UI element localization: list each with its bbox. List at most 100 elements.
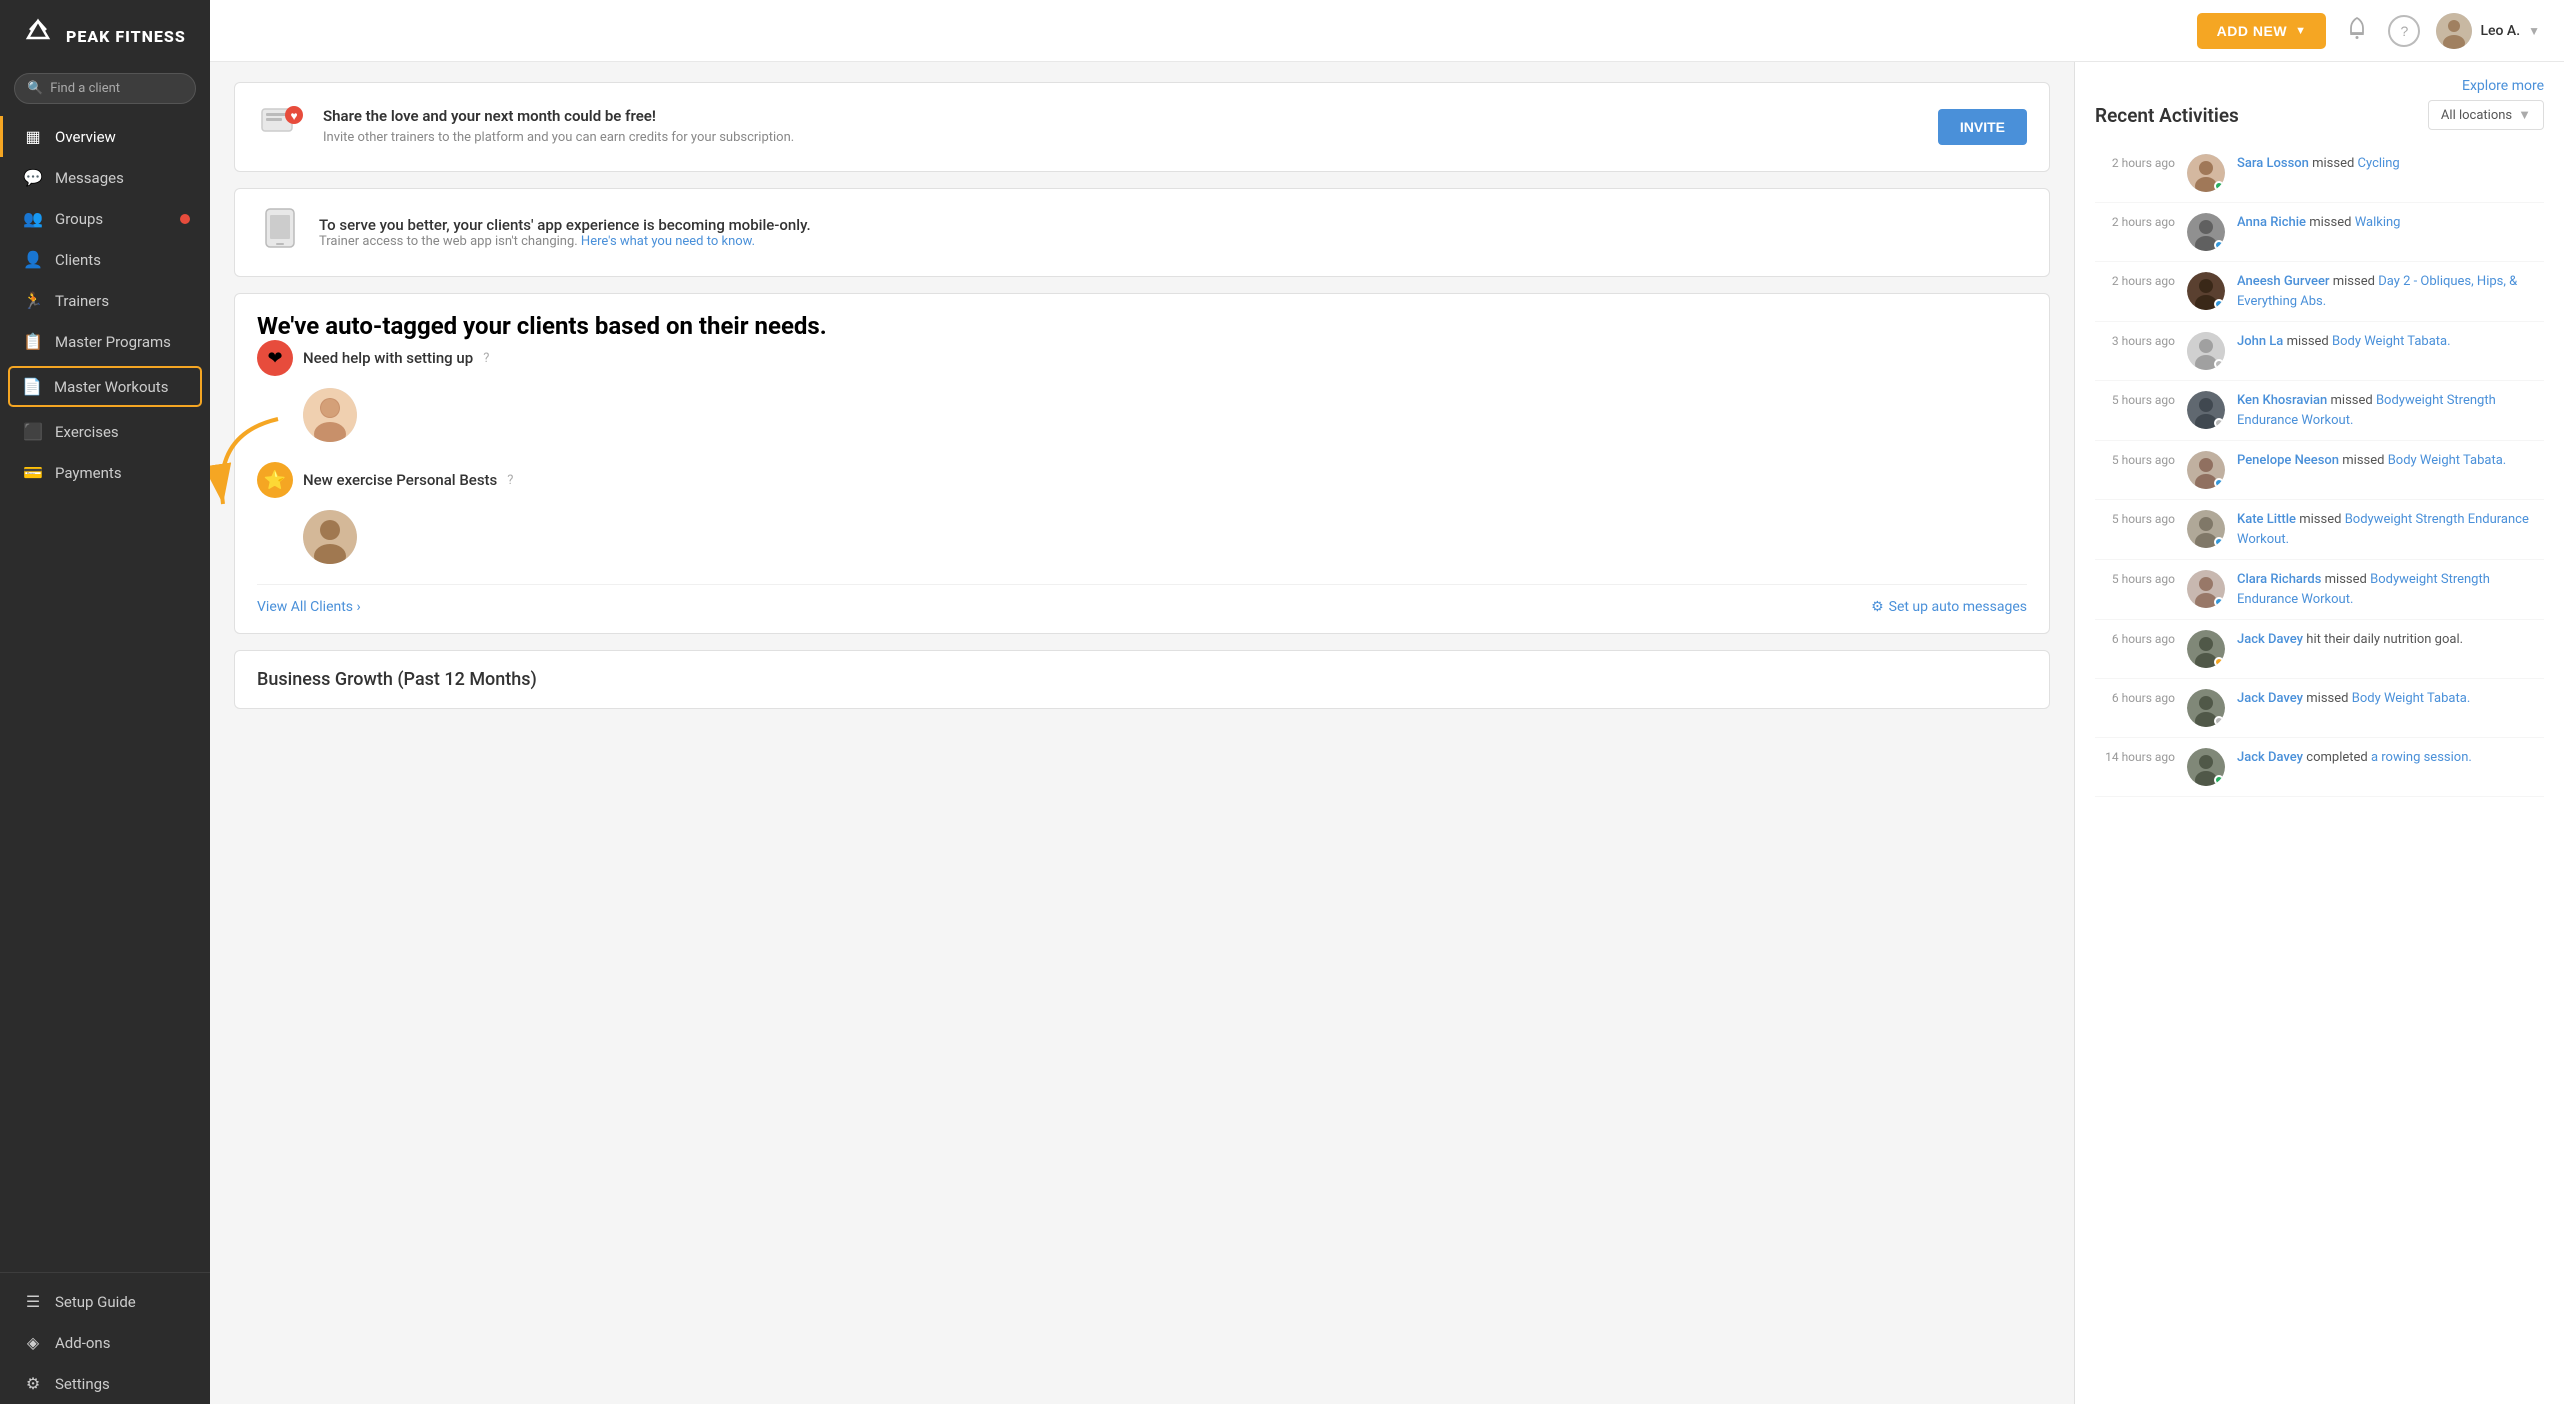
setup-guide-icon: ☰ — [23, 1292, 43, 1311]
right-panel: Explore more Recent Activities All locat… — [2074, 62, 2564, 1404]
search-bar[interactable]: 🔍 Find a client — [14, 73, 196, 104]
activity-name[interactable]: Jack Davey — [2237, 632, 2303, 647]
user-menu-arrow-icon: ▼ — [2528, 24, 2540, 38]
activity-avatar-6 — [2187, 451, 2225, 489]
dropdown-arrow-icon: ▼ — [2295, 25, 2306, 37]
groups-icon: 👥 — [23, 209, 43, 228]
status-dot — [2214, 775, 2224, 785]
exercises-icon: ⬛ — [23, 422, 43, 441]
activity-name[interactable]: Ken Khosravian — [2237, 393, 2327, 408]
sidebar: PEAK FITNESS 🔍 Find a client ▦ Overview … — [0, 0, 210, 1404]
status-dot — [2214, 240, 2224, 250]
user-name: Leo A. — [2480, 23, 2520, 39]
activity-link[interactable]: Body Weight Tabata. — [2388, 453, 2507, 468]
activity-name[interactable]: Clara Richards — [2237, 572, 2321, 587]
mobile-learn-more-link[interactable]: Here's what you need to know. — [581, 234, 755, 249]
client-avatar-1[interactable] — [303, 388, 357, 442]
content-area: ♥ Share the love and your next month cou… — [210, 62, 2564, 1404]
activity-avatar-9 — [2187, 630, 2225, 668]
main-panel: ♥ Share the love and your next month cou… — [210, 62, 2074, 1404]
add-new-button[interactable]: ADD NEW ▼ — [2197, 13, 2327, 49]
notifications-button[interactable] — [2342, 12, 2372, 50]
nav-label: Setup Guide — [55, 1293, 136, 1311]
activity-link[interactable]: a rowing session. — [2371, 750, 2472, 765]
activity-link[interactable]: Body Weight Tabata. — [2352, 691, 2471, 706]
activity-name[interactable]: Penelope Neeson — [2237, 453, 2339, 468]
activity-item-7: 5 hours ago Kate Little missed Bodyweigh… — [2095, 500, 2544, 560]
sidebar-item-exercises[interactable]: ⬛ Exercises — [0, 411, 210, 452]
help-icon-bests[interactable]: ? — [507, 473, 513, 488]
nav-label: Master Workouts — [54, 378, 168, 396]
user-menu[interactable]: Leo A. ▼ — [2436, 13, 2540, 49]
tag-header-setup: ❤ Need help with setting up ? — [257, 340, 2027, 376]
sidebar-item-master-workouts[interactable]: 📄 Master Workouts — [8, 366, 202, 407]
logo-icon — [20, 18, 56, 57]
activity-name[interactable]: Jack Davey — [2237, 691, 2303, 706]
location-filter-arrow: ▼ — [2518, 107, 2531, 123]
help-button[interactable]: ? — [2388, 15, 2420, 47]
setup-auto-messages-link[interactable]: ⚙ Set up auto messages — [1871, 599, 2027, 615]
tag-header-bests: ⭐ New exercise Personal Bests ? — [257, 462, 2027, 498]
activity-link[interactable]: Walking — [2355, 215, 2401, 230]
activity-name[interactable]: Sara Losson — [2237, 156, 2309, 171]
nav-label: Trainers — [55, 292, 109, 310]
gear-icon: ⚙ — [1871, 599, 1884, 615]
right-panel-header-row: Recent Activities All locations ▼ — [2095, 100, 2544, 130]
view-all-clients-link[interactable]: View All Clients › — [257, 599, 361, 615]
activity-item-6: 5 hours ago Penelope Neeson missed Body … — [2095, 441, 2544, 500]
promo-banner-card: ♥ Share the love and your next month cou… — [234, 82, 2050, 172]
activity-avatar-10 — [2187, 689, 2225, 727]
activity-item-8: 5 hours ago Clara Richards missed Bodywe… — [2095, 560, 2544, 620]
nav-label: Overview — [55, 128, 116, 146]
activity-link[interactable]: Body Weight Tabata. — [2332, 334, 2451, 349]
add-ons-icon: ◈ — [23, 1333, 43, 1352]
recent-activities-title: Recent Activities — [2095, 104, 2239, 127]
overview-icon: ▦ — [23, 127, 43, 146]
sidebar-item-master-programs[interactable]: 📋 Master Programs — [0, 321, 210, 362]
activity-name[interactable]: Jack Davey — [2237, 750, 2303, 765]
sidebar-item-settings[interactable]: ⚙ Settings — [0, 1363, 210, 1404]
sidebar-item-setup-guide[interactable]: ☰ Setup Guide — [0, 1281, 210, 1322]
help-icon-setup[interactable]: ? — [483, 351, 489, 366]
activity-avatar-2 — [2187, 213, 2225, 251]
master-programs-icon: 📋 — [23, 332, 43, 351]
nav-label: Payments — [55, 464, 122, 482]
activity-link[interactable]: Cycling — [2358, 156, 2400, 171]
client-avatar-2[interactable] — [303, 510, 357, 564]
sidebar-item-clients[interactable]: 👤 Clients — [0, 239, 210, 280]
nav-label: Groups — [55, 210, 103, 228]
user-avatar — [2436, 13, 2472, 49]
sidebar-item-groups[interactable]: 👥 Groups — [0, 198, 210, 239]
status-dot — [2214, 716, 2224, 726]
tag-label-bests: New exercise Personal Bests — [303, 471, 497, 489]
sidebar-item-add-ons[interactable]: ◈ Add-ons — [0, 1322, 210, 1363]
invite-button[interactable]: INVITE — [1938, 109, 2027, 145]
client-avatars-bests — [257, 510, 2027, 564]
activity-name[interactable]: John La — [2237, 334, 2283, 349]
client-avatars-setup — [257, 388, 2027, 442]
nav-label: Messages — [55, 169, 124, 187]
nav-label: Master Programs — [55, 333, 171, 351]
explore-more-link[interactable]: Explore more — [2462, 78, 2544, 94]
sidebar-item-payments[interactable]: 💳 Payments — [0, 452, 210, 493]
sidebar-logo: PEAK FITNESS — [0, 0, 210, 73]
nav-label: Exercises — [55, 423, 119, 441]
activity-name[interactable]: Anna Richie — [2237, 215, 2306, 230]
mobile-title: To serve you better, your clients' app e… — [319, 216, 811, 234]
mobile-content: To serve you better, your clients' app e… — [319, 216, 811, 249]
activity-name[interactable]: Kate Little — [2237, 512, 2296, 527]
auto-tag-title: We've auto-tagged your clients based on … — [257, 312, 2027, 340]
activity-avatar-8 — [2187, 570, 2225, 608]
activity-item-2: 2 hours ago Anna Richie missed Walking — [2095, 203, 2544, 262]
tag-section-bests: ⭐ New exercise Personal Bests ? — [257, 462, 2027, 564]
sidebar-item-overview[interactable]: ▦ Overview — [0, 116, 210, 157]
activity-item-5: 5 hours ago Ken Khosravian missed Bodywe… — [2095, 381, 2544, 441]
tag-badge-heart: ❤ — [257, 340, 293, 376]
activity-avatar-11 — [2187, 748, 2225, 786]
activity-item-10: 6 hours ago Jack Davey missed Body Weigh… — [2095, 679, 2544, 738]
location-filter[interactable]: All locations ▼ — [2428, 100, 2544, 130]
activity-name[interactable]: Aneesh Gurveer — [2237, 274, 2330, 289]
sidebar-item-trainers[interactable]: 🏃 Trainers — [0, 280, 210, 321]
nav-label: Settings — [55, 1375, 110, 1393]
sidebar-item-messages[interactable]: 💬 Messages — [0, 157, 210, 198]
